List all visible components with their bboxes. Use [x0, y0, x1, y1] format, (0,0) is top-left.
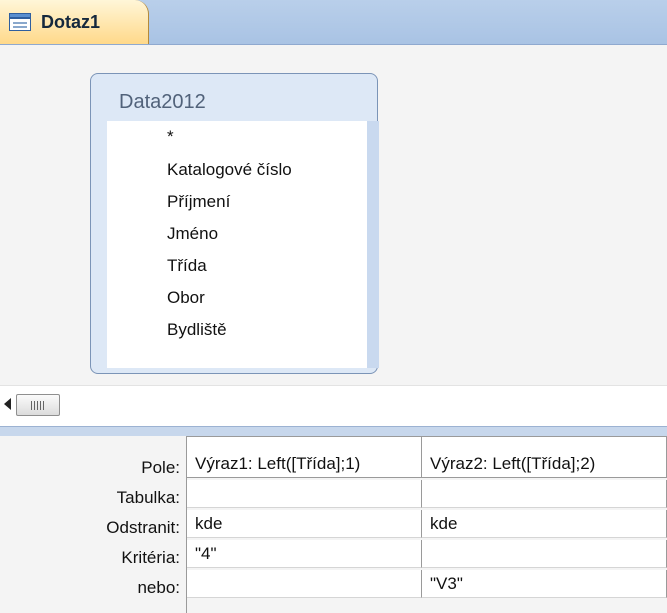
field-item-all[interactable]: *	[167, 127, 174, 147]
cell-criteria-col2[interactable]	[422, 540, 667, 568]
query-design-grid: Pole: Tabulka: Odstranit: Kritéria: nebo…	[0, 436, 667, 613]
cell-or-col2[interactable]: "V3"	[422, 570, 667, 598]
cell-delete-col2[interactable]: kde	[422, 510, 667, 538]
cell-criteria-col1[interactable]: "4"	[187, 540, 422, 568]
table-title: Data2012	[119, 91, 206, 113]
scroll-thumb-grip-icon[interactable]	[16, 394, 60, 416]
horizontal-scrollbar[interactable]	[0, 385, 667, 428]
row-label-odstranit: Odstranit:	[106, 518, 180, 537]
tab-label: Dotaz1	[41, 11, 101, 32]
field-list-scrollbar[interactable]	[367, 121, 379, 368]
row-label-kriteria: Kritéria:	[121, 548, 180, 567]
row-label-tabulka: Tabulka:	[116, 488, 180, 507]
table-field-list-window[interactable]: Data2012 * Katalogové číslo Příjmení Jmé…	[90, 73, 379, 374]
field-list[interactable]: * Katalogové číslo Příjmení Jméno Třída …	[107, 121, 379, 368]
tab-dotaz1[interactable]: Dotaz1	[0, 0, 149, 44]
document-tab-strip: Dotaz1	[0, 0, 667, 45]
row-label-nebo: nebo:	[137, 578, 180, 597]
field-item-obor[interactable]: Obor	[167, 288, 205, 308]
scroll-left-arrow-icon[interactable]	[4, 398, 11, 410]
field-item-trida[interactable]: Třída	[167, 256, 207, 276]
cell-or-col1[interactable]	[187, 570, 422, 598]
column-selector-2[interactable]	[421, 436, 667, 450]
table-pane: Data2012 * Katalogové číslo Příjmení Jmé…	[0, 45, 667, 385]
cell-delete-col1[interactable]: kde	[187, 510, 422, 538]
field-item-bydliste[interactable]: Bydliště	[167, 320, 227, 340]
field-item-prijmeni[interactable]: Příjmení	[167, 192, 230, 212]
row-label-pole: Pole:	[141, 458, 180, 477]
field-item-jmeno[interactable]: Jméno	[167, 224, 218, 244]
cell-field-col2[interactable]: Výraz2: Left([Třída];2)	[422, 450, 667, 478]
cell-table-col1[interactable]	[187, 480, 422, 508]
cell-table-col2[interactable]	[422, 480, 667, 508]
cell-field-col1[interactable]: Výraz1: Left([Třída];1)	[187, 450, 422, 478]
field-item-katalogove-cislo[interactable]: Katalogové číslo	[167, 160, 292, 180]
query-design-icon	[9, 13, 31, 31]
column-selector-1[interactable]	[186, 436, 422, 450]
